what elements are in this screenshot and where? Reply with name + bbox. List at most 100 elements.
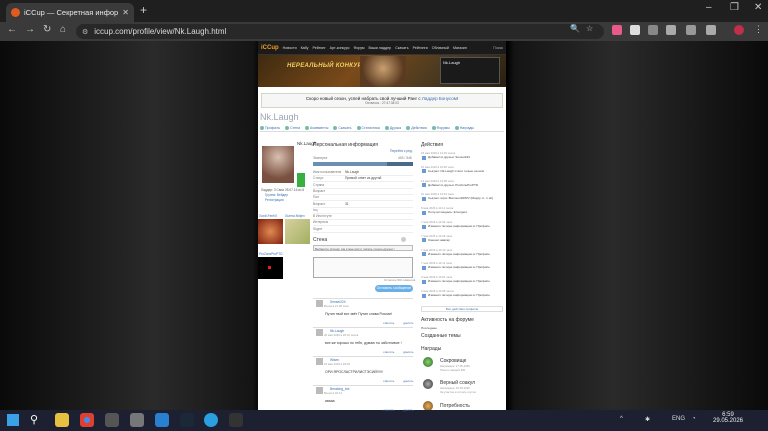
wall-permission-select[interactable]: Выберите (стена) На стене могут писать т… (313, 245, 413, 251)
friend-avatar[interactable] (285, 219, 310, 244)
reload-icon[interactable]: ↻ (43, 24, 51, 35)
tab-wall[interactable]: Стена (285, 124, 300, 131)
file-explorer-icon[interactable] (55, 413, 69, 427)
user-box[interactable]: Nk.Laugh (440, 57, 500, 84)
comment-date: Вчера в 21:38 часа (324, 304, 349, 308)
home-icon[interactable]: ⌂ (60, 24, 66, 35)
friend-avatar[interactable] (258, 257, 283, 279)
extension-icon[interactable] (630, 25, 640, 35)
sidebar-line[interactable]: Регистрация (265, 198, 284, 202)
friend-name[interactable]: ProZoneProPTD (259, 252, 283, 256)
awards-title: Награды (421, 346, 442, 352)
tray-chevron-icon[interactable]: ^ (620, 416, 623, 422)
online-bar (297, 173, 305, 187)
ladder-bonus-link[interactable]: Ладдер Бонусом (422, 96, 457, 101)
all-actions-link[interactable]: Все действия профиля (421, 306, 503, 312)
close-window-icon[interactable]: ✕ (754, 2, 762, 13)
tab-stats[interactable]: Статистика (356, 124, 380, 131)
steam-icon[interactable] (180, 413, 194, 427)
close-tab-icon[interactable]: ✕ (122, 8, 129, 17)
nav-item[interactable]: Новости (283, 46, 297, 50)
maximize-icon[interactable]: ❐ (730, 2, 739, 13)
delete-link[interactable]: удалить (403, 379, 413, 383)
friend-name[interactable]: Gordi.FerriiX (259, 214, 277, 218)
chrome-icon[interactable] (80, 413, 94, 427)
activity-text: Изменил личную информацию в: Профиле (428, 293, 490, 297)
info-label: Skype (313, 226, 323, 231)
info-label: Возраст (313, 201, 326, 206)
star-icon[interactable]: ☆ (586, 24, 593, 33)
nav-item[interactable]: Ваши ладдер (369, 46, 392, 50)
zoom-icon[interactable]: 🔍 (570, 24, 580, 33)
nav-item[interactable]: Рейтинг (312, 46, 325, 50)
site-info-icon[interactable]: ⚙ (82, 28, 88, 36)
windows-start-icon[interactable] (7, 414, 19, 426)
tab-profile[interactable]: Профиль (260, 124, 280, 131)
tab-actions[interactable]: Действия (406, 124, 427, 131)
search-icon[interactable]: ⚲ (30, 413, 44, 427)
nav-item[interactable]: Магазин (453, 46, 467, 50)
comment-avatar[interactable] (316, 329, 323, 336)
nav-item[interactable]: Рейтинги (413, 46, 428, 50)
clock[interactable]: 6:59 29.05.2026 (710, 412, 746, 424)
extension-icon[interactable] (612, 25, 622, 35)
tab-download[interactable]: Скачать (333, 124, 352, 131)
activity-icon (422, 183, 426, 188)
search-link[interactable]: Поиск (493, 46, 503, 50)
wifi-icon[interactable]: ◔ (692, 416, 696, 422)
info-label: Icq (313, 207, 318, 212)
minimize-icon[interactable]: – (706, 2, 712, 13)
download-icon[interactable] (706, 25, 716, 35)
edit-link[interactable]: Перейти к ред. (390, 149, 413, 153)
app-icon[interactable] (229, 413, 243, 427)
nav-item[interactable]: Арт-конкурс (330, 46, 350, 50)
app-icon[interactable] (105, 413, 119, 427)
menu-icon[interactable]: ⋮ (754, 24, 763, 35)
vscode-icon[interactable] (155, 413, 169, 427)
site-logo[interactable]: iCCup (261, 45, 279, 51)
send-message-button[interactable]: Оставить сообщение (375, 285, 413, 292)
bluetooth-icon[interactable]: ✱ (645, 416, 650, 423)
activity-icon (422, 265, 426, 270)
extension-icon[interactable] (666, 25, 676, 35)
reply-link[interactable]: ответить (383, 408, 394, 412)
help-icon[interactable] (401, 237, 406, 242)
wall-message-input[interactable] (313, 257, 413, 278)
telegram-icon[interactable] (204, 413, 218, 427)
delete-link[interactable]: удалить (403, 408, 413, 412)
sidebar-line[interactable]: Группа: Вейдер (265, 193, 288, 197)
delete-link[interactable]: удалить (403, 350, 413, 354)
reply-link[interactable]: ответить (383, 350, 394, 354)
comment-text: Путин твой вот звёт Путин слава России! (325, 312, 392, 316)
forward-icon[interactable]: → (25, 24, 35, 35)
app-icon[interactable] (130, 413, 144, 427)
browser-tab[interactable]: iCCup — Секретная информац ✕ (6, 3, 134, 22)
language-indicator[interactable]: ENG (672, 416, 685, 422)
tab-forums[interactable]: Форумы (431, 124, 450, 131)
nav-item[interactable]: Облачный (432, 46, 449, 50)
banner-character-image (360, 56, 406, 87)
comment-avatar[interactable] (316, 300, 323, 307)
reply-link[interactable]: ответить (383, 321, 394, 325)
tab-awards[interactable]: Награды (454, 124, 474, 131)
nav-item[interactable]: Кабу (301, 46, 309, 50)
key-icon[interactable] (686, 25, 696, 35)
info-divider (313, 225, 413, 227)
comment-avatar[interactable] (316, 358, 323, 365)
profile-icon[interactable] (734, 25, 744, 35)
friend-avatar[interactable] (258, 219, 283, 244)
info-label: Статус (313, 176, 324, 181)
new-tab-button[interactable]: + (140, 3, 147, 17)
nav-item[interactable]: Скачать (395, 46, 408, 50)
back-icon[interactable]: ← (7, 24, 17, 35)
nav-item[interactable]: Форум (354, 46, 365, 50)
info-label: Страна (313, 182, 325, 187)
delete-link[interactable]: удалить (403, 321, 413, 325)
tab-achievements[interactable]: Ачивменты (305, 124, 328, 131)
comment-avatar[interactable] (316, 387, 323, 394)
extension-icon[interactable] (648, 25, 658, 35)
tab-friends[interactable]: Друзья (384, 124, 401, 131)
address-bar[interactable]: ⚙ iccup.com/profile/view/Nk.Laugh.html (76, 24, 604, 39)
reply-link[interactable]: ответить (383, 379, 394, 383)
friend-name[interactable]: Guerra.Ninjex (285, 214, 305, 218)
